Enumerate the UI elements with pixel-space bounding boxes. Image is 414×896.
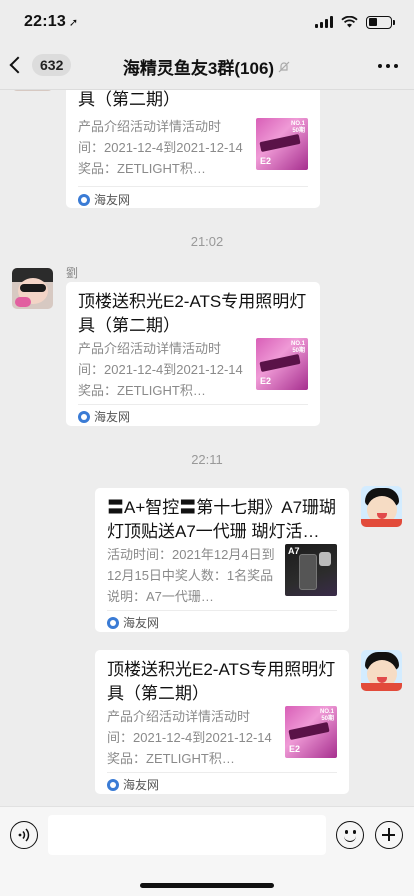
card-title: 顶楼送积光E2-ATS专用照明灯具（第二期） xyxy=(78,90,180,109)
voice-wave-icon xyxy=(18,828,30,842)
unread-count-badge: 632 xyxy=(32,54,72,76)
chat-title-text: 海精灵鱼友3群(106) xyxy=(122,59,275,78)
card-description: 产品介绍活动详情活动时间：2021-12-4到2021-12-14奖品：ZETL… xyxy=(78,341,243,398)
avatar[interactable] xyxy=(12,90,53,91)
status-indicators xyxy=(315,15,395,29)
clock-text: 22:13 xyxy=(24,13,66,30)
message-list[interactable]: 顶楼送积光E2-ATS专用照明灯具（第二期） 产品介绍活动详情活动时间：2021… xyxy=(0,90,414,806)
card-thumbnail: NO.1 50期 E2 xyxy=(285,706,337,758)
card-description: 产品介绍活动详情活动时间：2021-12-4到2021-12-14奖品：ZETL… xyxy=(107,709,272,766)
card-source: 海友网 xyxy=(107,776,159,793)
link-card-message[interactable]: 顶楼送积光E2-ATS专用照明灯具（第二期） 产品介绍活动详情活动时间：2021… xyxy=(66,282,320,426)
source-logo-icon xyxy=(78,410,90,423)
message-text-input[interactable] xyxy=(48,815,326,855)
card-description: 产品介绍活动详情活动时间：2021-12-4到2021-12-14奖品：ZETL… xyxy=(78,119,243,176)
wifi-icon xyxy=(341,16,358,28)
card-thumbnail: NO.1 50期 E2 xyxy=(256,338,308,390)
link-card-message[interactable]: 顶楼送积光E2-ATS专用照明灯具（第二期） 产品介绍活动详情活动时间：2021… xyxy=(95,650,349,794)
sender-name: 劉 xyxy=(66,266,79,280)
avatar[interactable] xyxy=(361,650,402,691)
back-button[interactable]: 632 xyxy=(9,54,72,76)
message-input-bar xyxy=(0,806,414,896)
location-arrow-icon: ➚ xyxy=(68,17,79,29)
source-logo-icon xyxy=(107,616,119,629)
card-source: 海友网 xyxy=(78,408,130,425)
card-source: 海友网 xyxy=(78,191,130,208)
battery-icon xyxy=(366,15,395,29)
voice-input-button[interactable] xyxy=(10,821,38,849)
chevron-left-icon xyxy=(9,56,27,74)
more-functions-plus-button[interactable] xyxy=(375,821,403,849)
mute-bell-icon xyxy=(278,61,290,72)
link-card-message[interactable]: 〓A+智控〓第十七期》A7珊瑚灯顶贴送A7一代珊 瑚灯活… 活动时间：2021年… xyxy=(95,488,349,632)
source-name: 海友网 xyxy=(123,616,160,630)
card-thumbnail: NO.1 50期 E2 xyxy=(256,118,308,170)
chat-title: 海精灵鱼友3群(106) xyxy=(123,54,291,79)
source-name: 海友网 xyxy=(123,778,160,792)
source-logo-icon xyxy=(78,193,90,206)
chat-header: 632 海精灵鱼友3群(106) xyxy=(0,44,414,90)
status-bar: 22:13 ➚ xyxy=(0,0,414,44)
link-card-message[interactable]: 顶楼送积光E2-ATS专用照明灯具（第二期） 产品介绍活动详情活动时间：2021… xyxy=(66,90,320,208)
timestamp: 21:02 xyxy=(190,234,224,249)
source-logo-icon xyxy=(107,778,119,791)
card-title: 顶楼送积光E2-ATS专用照明灯具（第二期） xyxy=(78,292,307,335)
cellular-signal-icon xyxy=(315,16,333,28)
battery-level xyxy=(368,18,377,26)
avatar[interactable] xyxy=(12,268,53,309)
home-indicator[interactable] xyxy=(140,883,274,888)
emoji-button[interactable] xyxy=(336,821,364,849)
card-source: 海友网 xyxy=(107,614,159,631)
timestamp: 22:11 xyxy=(191,452,223,467)
avatar[interactable] xyxy=(361,486,402,527)
card-description: 活动时间：2021年12月4日到12月15日中奖人数：1名奖品说明：A7一代珊… xyxy=(107,547,275,604)
status-time: 22:13 ➚ xyxy=(24,13,78,31)
card-title: 〓A+智控〓第十七期》A7珊瑚灯顶贴送A7一代珊 瑚灯活… xyxy=(107,498,337,541)
source-name: 海友网 xyxy=(94,193,131,207)
card-title: 顶楼送积光E2-ATS专用照明灯具（第二期） xyxy=(107,660,336,703)
source-name: 海友网 xyxy=(94,410,131,424)
card-thumbnail: A7 xyxy=(285,544,337,596)
more-options-button[interactable] xyxy=(378,64,398,68)
